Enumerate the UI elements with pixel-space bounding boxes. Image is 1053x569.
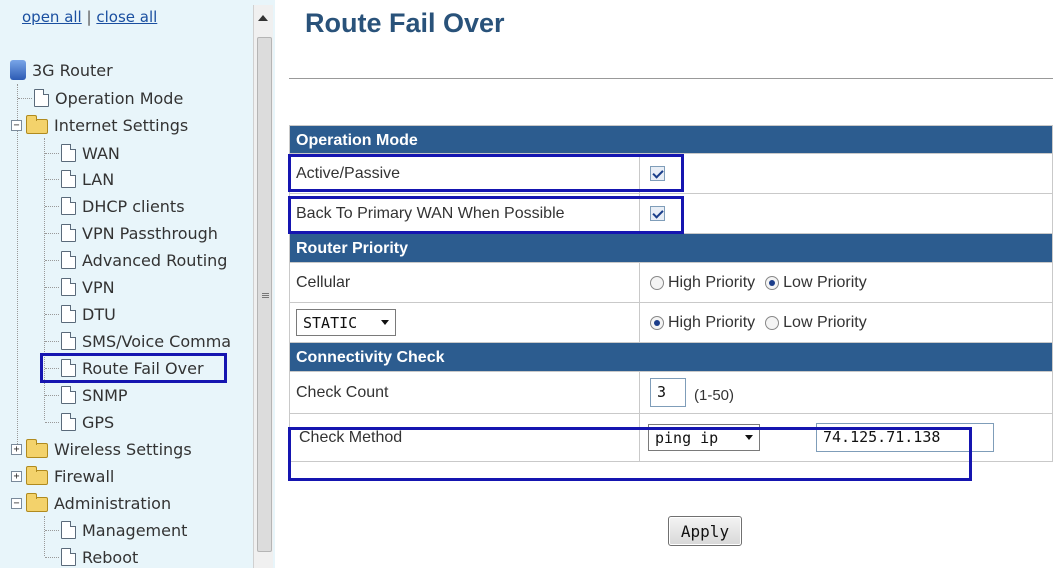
- chevron-down-icon: [381, 320, 389, 325]
- scroll-thumb[interactable]: [257, 37, 272, 552]
- wan-low-priority-label: Low Priority: [783, 313, 867, 331]
- check-method-select[interactable]: ping ip: [648, 424, 760, 451]
- check-method-label: Check Method: [290, 414, 640, 461]
- sidebar-item-management[interactable]: Management: [45, 518, 187, 542]
- wan-high-priority-radio[interactable]: [650, 315, 664, 330]
- row-back-to-primary: Back To Primary WAN When Possible: [289, 194, 1053, 234]
- section-header-operation-mode: Operation Mode: [289, 125, 1053, 154]
- page-icon: [61, 278, 76, 296]
- sidebar-tree: open all | close all 3G Router Operation…: [0, 0, 275, 568]
- wan-type-select-value: STATIC: [303, 313, 358, 332]
- row-wan-type: STATIC High Priority Low Priority: [289, 303, 1053, 343]
- tree-root[interactable]: 3G Router: [10, 58, 113, 82]
- link-separator: |: [86, 8, 92, 26]
- scroll-up-arrow-icon[interactable]: [258, 15, 268, 21]
- scroll-grip-icon: [262, 293, 269, 298]
- cellular-low-priority-label: Low Priority: [783, 273, 867, 291]
- active-passive-label: Active/Passive: [290, 154, 640, 193]
- page-icon: [61, 197, 76, 215]
- wan-low-priority-radio[interactable]: [765, 315, 780, 330]
- cellular-high-priority-label: High Priority: [668, 273, 756, 291]
- apply-button[interactable]: Apply: [668, 516, 742, 546]
- sidebar-links: open all | close all: [22, 8, 157, 26]
- row-check-count: Check Count 3 (1-50): [289, 372, 1053, 414]
- folder-icon: [26, 438, 48, 458]
- check-method-select-value: ping ip: [655, 428, 719, 447]
- page-icon: [34, 89, 49, 107]
- sidebar-item-lan[interactable]: LAN: [45, 167, 114, 191]
- sidebar-item-wan[interactable]: WAN: [45, 141, 120, 165]
- check-count-input[interactable]: 3: [650, 378, 686, 407]
- page-title: Route Fail Over: [305, 8, 505, 38]
- open-all-link[interactable]: open all: [22, 8, 82, 26]
- sidebar-item-snmp[interactable]: SNMP: [45, 383, 128, 407]
- sidebar-scrollbar[interactable]: [253, 5, 273, 568]
- sidebar-item-vpn[interactable]: VPN: [45, 275, 115, 299]
- section-header-connectivity-check: Connectivity Check: [289, 343, 1053, 372]
- expand-icon[interactable]: +: [11, 470, 22, 482]
- folder-open-icon: [26, 492, 48, 512]
- sidebar-item-dtu[interactable]: DTU: [45, 302, 116, 326]
- sidebar-item-reboot[interactable]: Reboot: [45, 545, 138, 569]
- back-to-primary-checkbox[interactable]: [650, 206, 665, 221]
- page-icon: [61, 386, 76, 404]
- check-ip-input[interactable]: 74.125.71.138: [816, 423, 994, 452]
- cellular-label: Cellular: [290, 263, 640, 302]
- sidebar-item-gps[interactable]: GPS: [45, 410, 114, 434]
- sidebar-item-dhcp-clients[interactable]: DHCP clients: [45, 194, 185, 218]
- sidebar-item-advanced-routing[interactable]: Advanced Routing: [45, 248, 227, 272]
- sidebar-item-internet-settings[interactable]: − Internet Settings: [11, 113, 188, 137]
- page-icon: [61, 170, 76, 188]
- sidebar-item-firewall[interactable]: + Firewall: [11, 464, 114, 488]
- page-icon: [61, 305, 76, 323]
- sidebar-item-sms-voice[interactable]: SMS/Voice Comma: [45, 329, 253, 353]
- cellular-low-priority-radio[interactable]: [765, 275, 780, 290]
- title-divider: [289, 78, 1053, 79]
- folder-open-icon: [26, 114, 48, 134]
- page-icon: [61, 413, 76, 431]
- row-active-passive: Active/Passive: [289, 154, 1053, 194]
- expand-icon[interactable]: +: [11, 443, 22, 455]
- check-count-label: Check Count: [290, 372, 640, 413]
- wan-high-priority-label: High Priority: [668, 313, 756, 331]
- sidebar-item-operation-mode[interactable]: Operation Mode: [18, 86, 183, 110]
- collapse-icon[interactable]: −: [11, 119, 22, 131]
- page-icon: [61, 144, 76, 162]
- sidebar-item-administration[interactable]: − Administration: [11, 491, 171, 515]
- close-all-link[interactable]: close all: [96, 8, 157, 26]
- check-count-hint: (1-50): [694, 387, 735, 404]
- selected-item-highlight: [40, 353, 227, 383]
- back-to-primary-label: Back To Primary WAN When Possible: [290, 194, 640, 233]
- page-icon: [61, 548, 76, 566]
- active-passive-checkbox[interactable]: [650, 166, 665, 181]
- sidebar-item-wireless-settings[interactable]: + Wireless Settings: [11, 437, 192, 461]
- page-icon: [61, 224, 76, 242]
- settings-table: Operation Mode Active/Passive Back To Pr…: [289, 125, 1053, 462]
- page-icon: [61, 521, 76, 539]
- row-check-method: Check Method ping ip 74.125.71.138: [289, 414, 1053, 462]
- cellular-high-priority-radio[interactable]: [650, 275, 664, 290]
- wan-type-select[interactable]: STATIC: [296, 309, 396, 336]
- chevron-down-icon: [745, 435, 753, 440]
- page-icon: [61, 251, 76, 269]
- tree-root-label: 3G Router: [32, 60, 113, 80]
- row-cellular: Cellular High Priority Low Priority: [289, 263, 1053, 303]
- page-icon: [61, 332, 76, 350]
- collapse-icon[interactable]: −: [11, 497, 22, 509]
- folder-icon: [26, 465, 48, 485]
- router-icon: [10, 60, 26, 80]
- section-header-router-priority: Router Priority: [289, 234, 1053, 263]
- sidebar-item-vpn-passthrough[interactable]: VPN Passthrough: [45, 221, 218, 245]
